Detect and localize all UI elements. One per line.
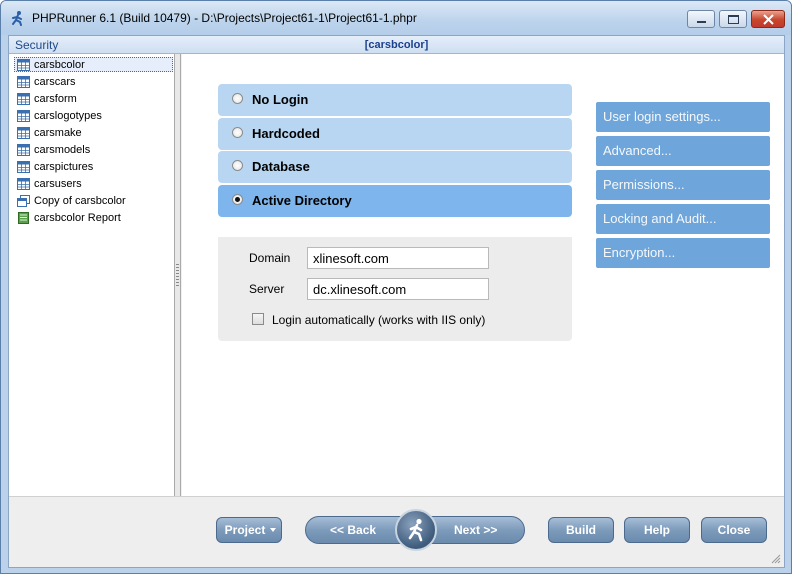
tree-item-label: carslogotypes <box>34 109 102 122</box>
table-icon <box>17 143 30 156</box>
tree-item-label: carscars <box>34 75 76 88</box>
tree-item-label: Copy of carsbcolor <box>34 194 126 207</box>
maximize-button[interactable] <box>719 10 747 28</box>
tree-item-label: carsmodels <box>34 143 91 156</box>
tree-item-label: carspictures <box>34 160 94 173</box>
tree-item[interactable]: carsform <box>17 91 77 106</box>
option-label: Active Directory <box>252 193 352 208</box>
table-icon <box>17 126 30 139</box>
locking-and-audit-button[interactable]: Locking and Audit... <box>596 204 770 234</box>
table-icon <box>17 75 30 88</box>
security-settings-pane: No Login Hardcoded Database Active Direc… <box>182 54 784 496</box>
radio-active-directory[interactable] <box>232 194 243 205</box>
app-window: PHPRunner 6.1 (Build 10479) - D:\Project… <box>0 0 792 574</box>
tree-item[interactable]: carscars <box>17 74 76 89</box>
back-button[interactable]: << Back <box>330 523 376 537</box>
client-area: Security [carsbcolor] carsbcolor carscar… <box>8 35 785 568</box>
table-icon <box>17 109 30 122</box>
table-icon <box>17 177 30 190</box>
table-icon <box>17 160 30 173</box>
caption-bar: Security [carsbcolor] <box>9 36 784 54</box>
report-icon <box>18 211 29 224</box>
tree-item-label: carsform <box>34 92 77 105</box>
project-button[interactable]: Project <box>216 517 282 543</box>
radio-hardcoded[interactable] <box>232 127 243 138</box>
tree-item-label: carsbcolor Report <box>34 211 121 224</box>
option-label: No Login <box>252 92 309 107</box>
current-table-caption: [carsbcolor] <box>364 39 429 51</box>
tree-item[interactable]: carsbcolor Report <box>17 210 121 225</box>
domain-input[interactable] <box>307 247 489 269</box>
active-directory-panel: Domain Server Login automatically (works… <box>218 237 572 341</box>
tree-item[interactable]: carsusers <box>17 176 82 191</box>
server-input[interactable] <box>307 278 489 300</box>
server-label: Server <box>249 282 285 296</box>
maximize-icon <box>728 15 739 24</box>
copy-table-icon <box>17 194 30 207</box>
encryption-button[interactable]: Encryption... <box>596 238 770 268</box>
auto-login-checkbox[interactable] <box>252 313 264 325</box>
tree-item[interactable]: carsmake <box>17 125 82 140</box>
tree-item-label: carsbcolor <box>34 58 85 71</box>
tree-item[interactable]: carspictures <box>17 159 93 174</box>
dropdown-arrow-icon <box>270 528 276 532</box>
phprunner-logo-icon <box>12 11 22 26</box>
resize-grip-icon[interactable] <box>769 552 781 564</box>
table-icon <box>17 92 30 105</box>
close-button[interactable]: Close <box>701 517 767 543</box>
run-button[interactable] <box>395 509 437 551</box>
splitter-grip-icon <box>176 264 179 288</box>
window-title: PHPRunner 6.1 (Build 10479) - D:\Project… <box>32 11 417 25</box>
tree-item[interactable]: carsbcolor <box>14 57 173 72</box>
advanced-button[interactable]: Advanced... <box>596 136 770 166</box>
close-icon <box>763 14 774 25</box>
radio-database[interactable] <box>232 160 243 171</box>
tree-item-label: carsusers <box>34 177 82 190</box>
option-database[interactable]: Database <box>218 151 572 183</box>
option-label: Hardcoded <box>252 126 320 141</box>
domain-label: Domain <box>249 251 291 265</box>
user-login-settings-button[interactable]: User login settings... <box>596 102 770 132</box>
option-no-login[interactable]: No Login <box>218 84 572 116</box>
tree-item[interactable]: Copy of carsbcolor <box>17 193 126 208</box>
table-tree: carsbcolor carscars carsform carslogotyp… <box>9 54 175 496</box>
tree-item[interactable]: carslogotypes <box>17 108 102 123</box>
title-bar[interactable]: PHPRunner 6.1 (Build 10479) - D:\Project… <box>1 1 791 35</box>
tree-item-label: carsmake <box>34 126 82 139</box>
tree-item[interactable]: carsmodels <box>17 142 90 157</box>
option-hardcoded[interactable]: Hardcoded <box>218 118 572 150</box>
option-active-directory[interactable]: Active Directory <box>218 185 572 217</box>
auto-login-label: Login automatically (works with IIS only… <box>272 313 486 327</box>
radio-no-login[interactable] <box>232 93 243 104</box>
option-label: Database <box>252 159 310 174</box>
table-icon <box>17 58 30 71</box>
minimize-icon <box>697 21 706 23</box>
pane-splitter[interactable] <box>175 54 181 496</box>
next-button[interactable]: Next >> <box>454 523 497 537</box>
bottom-toolbar: Project << Back Next >> Build Help Close <box>9 496 784 567</box>
permissions-button[interactable]: Permissions... <box>596 170 770 200</box>
minimize-button[interactable] <box>687 10 715 28</box>
project-label: Project <box>224 523 266 537</box>
build-button[interactable]: Build <box>548 517 614 543</box>
help-button[interactable]: Help <box>624 517 690 543</box>
close-window-button[interactable] <box>751 10 785 28</box>
running-man-icon <box>408 518 423 542</box>
